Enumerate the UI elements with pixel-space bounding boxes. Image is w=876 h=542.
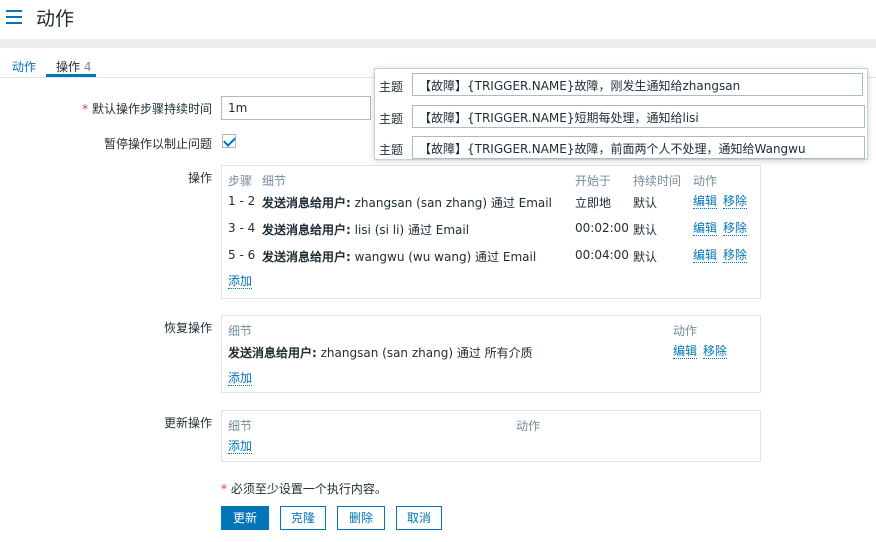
row3-detail-text: wangwu (wu wang) 通过 Email — [350, 250, 537, 264]
pause-checkbox[interactable] — [222, 134, 236, 148]
row1-edit-link[interactable]: 编辑 — [693, 194, 718, 209]
row2-detail: 发送消息给用户: lisi (si li) 通过 Email — [262, 221, 469, 238]
tab-action[interactable]: 动作 — [12, 58, 36, 75]
required-note-text: 必须至少设置一个执行内容。 — [230, 482, 387, 496]
operations-panel: 步骤 细节 开始于 持续时间 动作 1 - 2 发送消息给用户: zhangsa… — [221, 165, 761, 299]
update-col-action: 动作 — [516, 419, 541, 433]
popup-label-3: 主题 — [379, 143, 404, 157]
update-panel: 细节 动作 添加 — [221, 410, 761, 462]
row2-steps: 3 - 4 — [228, 221, 256, 235]
col-action: 动作 — [693, 174, 718, 188]
recovery-row-detail-bold: 发送消息给用户: — [228, 346, 317, 360]
row3-start: 00:04:00 — [575, 248, 629, 262]
header-divider — [0, 40, 876, 48]
recovery-col-details: 细节 — [228, 324, 253, 338]
required-note-marker: * — [221, 482, 227, 496]
page-title: 动作 — [36, 8, 75, 30]
row1-remove-link[interactable]: 移除 — [723, 194, 748, 209]
popup-label-2: 主题 — [379, 112, 404, 126]
row1-duration: 默认 — [633, 196, 658, 210]
row2-remove-link[interactable]: 移除 — [723, 221, 748, 236]
recovery-add-link[interactable]: 添加 — [228, 371, 253, 386]
row2-detail-bold: 发送消息给用户: — [262, 223, 351, 237]
tab-operations[interactable]: 操作 4 — [56, 58, 91, 75]
col-start: 开始于 — [575, 174, 612, 188]
row3-steps: 5 - 6 — [228, 248, 256, 262]
row1-detail-bold: 发送消息给用户: — [262, 196, 351, 210]
row3-remove-link[interactable]: 移除 — [723, 248, 748, 263]
popup-subject-1[interactable]: 【故障】{TRIGGER.NAME}故障，刚发生通知给zhangsan — [412, 73, 863, 96]
subject-popup: 主题 【故障】{TRIGGER.NAME}故障，刚发生通知给zhangsan 主… — [374, 68, 868, 160]
recovery-edit-link[interactable]: 编辑 — [673, 344, 698, 359]
recovery-col-action: 动作 — [673, 324, 698, 338]
row3-edit-link[interactable]: 编辑 — [693, 248, 718, 263]
popup-subject-2[interactable]: 【故障】{TRIGGER.NAME}短期每处理，通知给lisi — [412, 105, 865, 128]
operations-label: 操作 — [187, 171, 212, 185]
recovery-row-detail-text: zhangsan (san zhang) 通过 所有介质 — [316, 346, 533, 360]
row3-duration: 默认 — [633, 250, 658, 264]
row2-start: 00:02:00 — [575, 221, 629, 235]
active-tab-indicator — [46, 74, 96, 77]
duration-label: * 默认操作步骤持续时间 — [40, 100, 212, 117]
tab-operations-label: 操作 — [56, 60, 81, 74]
col-steps: 步骤 — [228, 174, 253, 188]
row2-detail-text: lisi (si li) 通过 Email — [350, 223, 470, 237]
recovery-label: 恢复操作 — [163, 321, 212, 335]
operations-add-link[interactable]: 添加 — [228, 274, 253, 289]
duration-label-text: 默认操作步骤持续时间 — [91, 102, 212, 116]
update-button[interactable]: 更新 — [221, 506, 269, 530]
row2-duration: 默认 — [633, 223, 658, 237]
row3-detail: 发送消息给用户: wangwu (wu wang) 通过 Email — [262, 248, 536, 265]
row1-start: 立即地 — [575, 196, 612, 210]
required-marker: * — [82, 102, 89, 116]
row2-edit-link[interactable]: 编辑 — [693, 221, 718, 236]
cancel-button[interactable]: 取消 — [396, 506, 442, 530]
col-details: 细节 — [262, 174, 287, 188]
delete-button[interactable]: 删除 — [337, 506, 385, 530]
recovery-remove-link[interactable]: 移除 — [703, 344, 728, 359]
update-col-details: 细节 — [228, 419, 253, 433]
page-header: 动作 — [0, 0, 876, 40]
required-note: * 必须至少设置一个执行内容。 — [221, 480, 387, 497]
clone-button[interactable]: 克隆 — [280, 506, 326, 530]
pause-label: 暂停操作以制止问题 — [103, 137, 212, 151]
popup-label-1: 主题 — [379, 80, 404, 94]
row1-detail: 发送消息给用户: zhangsan (san zhang) 通过 Email — [262, 194, 552, 211]
row1-steps: 1 - 2 — [228, 194, 256, 208]
col-duration: 持续时间 — [633, 174, 682, 188]
row3-detail-bold: 发送消息给用户: — [262, 250, 351, 264]
update-label: 更新操作 — [163, 416, 212, 430]
popup-subject-3[interactable]: 【故障】{TRIGGER.NAME}故障，前面两个人不处理，通知给Wangwu — [412, 136, 865, 159]
update-add-link[interactable]: 添加 — [228, 439, 253, 454]
tab-operations-count: 4 — [83, 60, 92, 74]
recovery-row-detail: 发送消息给用户: zhangsan (san zhang) 通过 所有介质 — [228, 344, 533, 361]
recovery-panel: 细节 动作 发送消息给用户: zhangsan (san zhang) 通过 所… — [221, 315, 761, 393]
duration-input[interactable] — [221, 96, 371, 120]
menu-icon[interactable] — [6, 10, 22, 24]
row1-detail-text: zhangsan (san zhang) 通过 Email — [350, 196, 552, 210]
